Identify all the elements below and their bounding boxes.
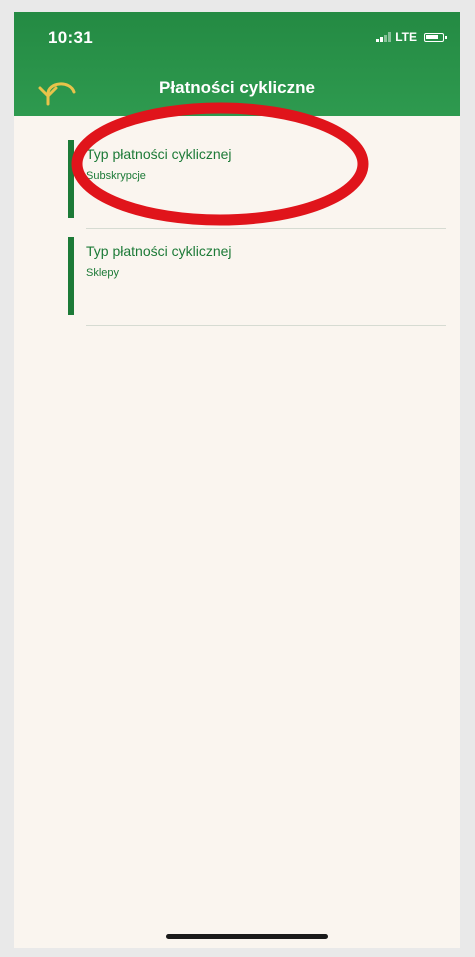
accent-bar (68, 237, 74, 315)
app-screen: 10:31 LTE Płatności cykliczne Typ płatno… (14, 12, 460, 948)
divider (86, 325, 446, 326)
network-type: LTE (395, 30, 417, 44)
list-item-label: Typ płatności cyklicznej (86, 243, 232, 259)
page-title: Płatności cykliczne (159, 78, 315, 97)
list-item-value: Sklepy (86, 267, 120, 279)
list-item-subscriptions[interactable]: Typ płatności cyklicznej Subskrypcje (68, 116, 446, 229)
list-item-label: Typ płatności cyklicznej (86, 146, 232, 162)
home-indicator[interactable] (166, 934, 328, 939)
signal-icon (376, 32, 392, 42)
list-item-value: Subskrypcje (86, 170, 146, 182)
status-time: 10:31 (48, 28, 93, 47)
app-header: 10:31 LTE Płatności cykliczne (14, 12, 460, 116)
list-item-shops[interactable]: Typ płatności cyklicznej Sklepy (68, 213, 446, 326)
status-indicators: LTE (376, 30, 447, 44)
accent-bar (68, 140, 74, 218)
battery-icon (424, 32, 447, 42)
